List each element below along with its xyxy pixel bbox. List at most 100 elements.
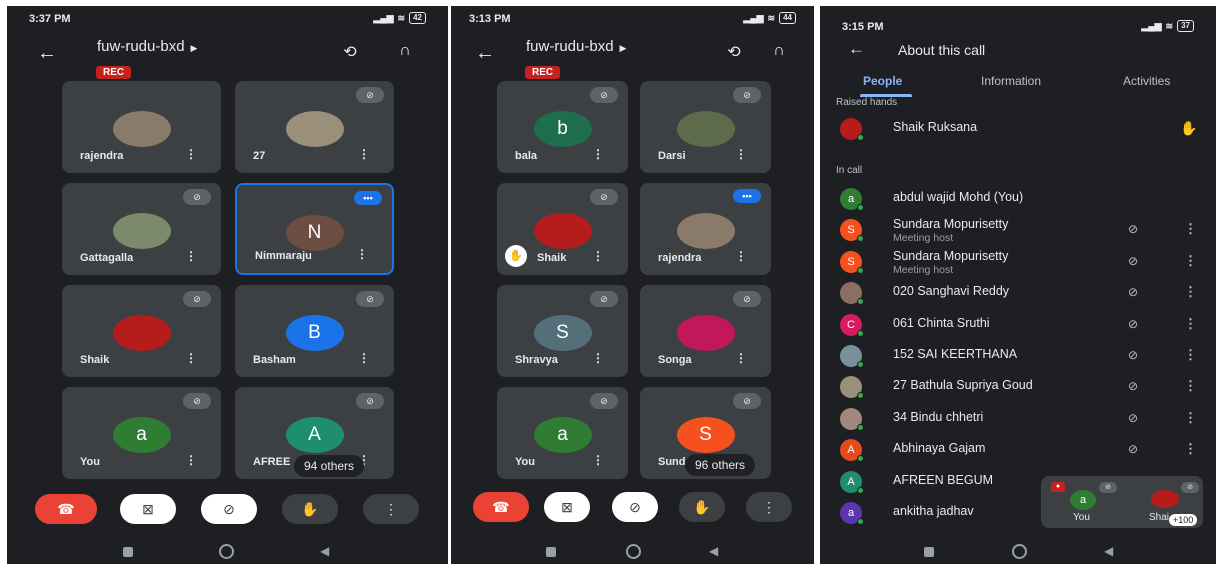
mic-off-icon[interactable]: ⊘ [1128, 222, 1138, 236]
record-indicator-icon: ● [1051, 482, 1065, 492]
more-vert-icon[interactable]: ⋮ [1184, 378, 1197, 394]
avatar: b [533, 111, 592, 147]
mic-off-icon[interactable]: ⊘ [1128, 379, 1138, 393]
tab-people[interactable]: People [863, 74, 902, 88]
more-vert-icon[interactable]: ⋮ [185, 351, 197, 365]
participant-tile[interactable]: B Basham ⋮ ⊘ [235, 285, 394, 377]
tab-activities[interactable]: Activities [1123, 74, 1170, 88]
recents-icon[interactable] [924, 547, 934, 557]
more-vert-icon[interactable]: ⋮ [1184, 253, 1197, 269]
more-vert-icon[interactable]: ⋮ [1184, 221, 1197, 237]
back-arrow-icon[interactable]: ← [37, 42, 57, 65]
back-nav-icon[interactable]: ◀ [1104, 544, 1113, 558]
camera-off-button[interactable]: ⊠ [544, 492, 590, 522]
end-call-button[interactable]: ☎ [35, 494, 97, 524]
home-icon[interactable] [1012, 544, 1027, 559]
more-vert-icon[interactable]: ⋮ [1184, 410, 1197, 426]
participant-row[interactable]: 34 Bindu chhetri ⊘ ⋮ [820, 404, 1216, 434]
switch-camera-icon[interactable]: ⟲ [721, 42, 747, 64]
participant-tile[interactable]: N Nimmaraju ⋮ ••• [235, 183, 394, 275]
status-time: 3:37 PM [29, 13, 71, 25]
participant-tile[interactable]: a You ⋮ ⊘ [62, 387, 221, 479]
avatar: A [285, 417, 344, 453]
more-vert-icon[interactable]: ⋮ [185, 147, 197, 161]
more-vert-icon[interactable]: ⋮ [185, 249, 197, 263]
raise-hand-button[interactable]: ✋ [282, 494, 338, 524]
camera-off-button[interactable]: ⊠ [120, 494, 176, 524]
participant-tile[interactable]: Shaik ⋮ ⊘ [62, 285, 221, 377]
more-options-button[interactable]: ⋮ [746, 492, 792, 522]
more-vert-icon[interactable]: ⋮ [358, 351, 370, 365]
mic-off-icon[interactable]: ⊘ [1128, 411, 1138, 425]
more-vert-icon[interactable]: ⋮ [1184, 284, 1197, 300]
more-vert-icon[interactable]: ⋮ [1184, 347, 1197, 363]
participant-row[interactable]: 020 Sanghavi Reddy ⊘ ⋮ [820, 278, 1216, 308]
participant-tile[interactable]: S Shravya ⋮ ⊘ [497, 285, 628, 377]
participant-tile[interactable]: a You ⋮ ⊘ [497, 387, 628, 479]
participant-row[interactable]: A Abhinaya Gajam ⊘ ⋮ [820, 435, 1216, 465]
switch-camera-icon[interactable]: ⟲ [337, 42, 363, 64]
participant-tile[interactable]: rajendra ⋮ [62, 81, 221, 173]
participant-tile[interactable]: rajendra ⋮ ••• [640, 183, 771, 275]
participant-tile[interactable]: Shaik ⋮ ⊘ ✋ [497, 183, 628, 275]
mic-off-icon[interactable]: ⊘ [1128, 285, 1138, 299]
participant-tile[interactable]: Darsi ⋮ ⊘ [640, 81, 771, 173]
more-vert-icon[interactable]: ⋮ [185, 453, 197, 467]
wifi-icon: ≋ [397, 12, 406, 23]
more-vert-icon[interactable]: ⋮ [735, 351, 747, 365]
others-count-chip[interactable]: 96 others [685, 454, 756, 476]
more-vert-icon[interactable]: ⋮ [356, 247, 368, 261]
home-icon[interactable] [219, 544, 234, 559]
more-vert-icon[interactable]: ⋮ [735, 147, 747, 161]
back-arrow-icon[interactable]: ← [848, 39, 865, 59]
more-vert-icon[interactable]: ⋮ [592, 351, 604, 365]
online-dot [857, 361, 864, 368]
more-options-button[interactable]: ⋮ [363, 494, 419, 524]
audio-output-icon[interactable]: ∩ [392, 42, 418, 64]
raised-hand-row[interactable]: Shaik Ruksana ✋ [820, 114, 1216, 144]
picture-in-picture-preview[interactable]: ● ⊘ a You ⊘ Shai +100 [1041, 476, 1203, 528]
participant-row[interactable]: S Sundara Mopurisetty Meeting host ⊘ ⋮ [820, 215, 1216, 245]
more-vert-icon[interactable]: ⋮ [592, 453, 604, 467]
mic-off-icon[interactable]: ⊘ [1128, 254, 1138, 268]
participant-tile[interactable]: Songa ⋮ ⊘ [640, 285, 771, 377]
more-vert-icon[interactable]: ⋮ [735, 249, 747, 263]
mic-off-icon[interactable]: ⊘ [1128, 317, 1138, 331]
participant-tile[interactable]: Gattagalla ⋮ ⊘ [62, 183, 221, 275]
audio-output-icon[interactable]: ∩ [766, 42, 792, 64]
participant-name: Abhinaya Gajam [893, 441, 986, 456]
back-nav-icon[interactable]: ◀ [709, 544, 718, 558]
mic-off-icon[interactable]: ⊘ [1128, 348, 1138, 362]
more-vert-icon[interactable]: ⋮ [592, 147, 604, 161]
participant-row[interactable]: a abdul wajid Mohd (You) [820, 184, 1216, 214]
end-call-button[interactable]: ☎ [473, 492, 529, 522]
participant-name: bala [515, 150, 538, 162]
participant-row[interactable]: 152 SAI KEERTHANA ⊘ ⋮ [820, 341, 1216, 371]
more-vert-icon[interactable]: ⋮ [1184, 441, 1197, 457]
back-arrow-icon[interactable]: ← [475, 42, 495, 65]
mic-off-button[interactable]: ⊘ [612, 492, 658, 522]
back-nav-icon[interactable]: ◀ [320, 544, 329, 558]
mic-off-button[interactable]: ⊘ [201, 494, 257, 524]
mic-off-icon[interactable]: ⊘ [1128, 442, 1138, 456]
more-vert-icon[interactable]: ⋮ [1184, 316, 1197, 332]
participant-row[interactable]: C 061 Chinta Sruthi ⊘ ⋮ [820, 310, 1216, 340]
more-vert-icon[interactable]: ⋮ [358, 147, 370, 161]
meeting-title[interactable]: fuw-rudu-bxd ▶ [97, 38, 197, 55]
in-call-heading: In call [836, 165, 863, 176]
avatar [676, 111, 735, 147]
participant-tile[interactable]: b bala ⋮ ⊘ [497, 81, 628, 173]
participant-row[interactable]: 27 Bathula Supriya Goud ⊘ ⋮ [820, 372, 1216, 402]
recents-icon[interactable] [123, 547, 133, 557]
more-vert-icon[interactable]: ⋮ [592, 249, 604, 263]
home-icon[interactable] [626, 544, 641, 559]
tab-information[interactable]: Information [981, 74, 1041, 88]
raise-hand-button[interactable]: ✋ [679, 492, 725, 522]
participant-tile[interactable]: 27 ⋮ ⊘ [235, 81, 394, 173]
participant-name: Shaik Ruksana [893, 120, 978, 134]
participant-row[interactable]: S Sundara Mopurisetty Meeting host ⊘ ⋮ [820, 247, 1216, 277]
others-count-chip[interactable]: 94 others [294, 455, 365, 477]
meeting-title[interactable]: fuw-rudu-bxd ▶ [526, 38, 626, 55]
recents-icon[interactable] [546, 547, 556, 557]
about-call-screen: 3:15 PM ▂▄▆ ≋ 37 ← About this call People … [820, 6, 1216, 564]
